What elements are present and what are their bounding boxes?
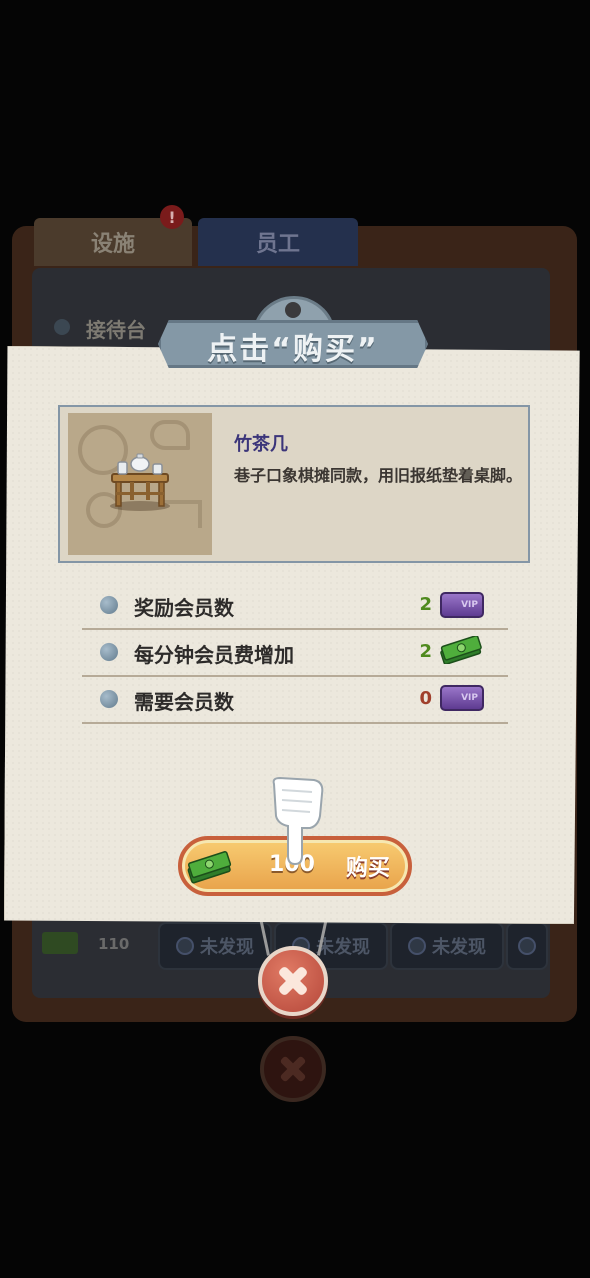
stat-label: 奖励会员数 — [134, 596, 234, 620]
locked-slot-label: 未发现 — [316, 937, 370, 958]
item-name: 竹茶几 — [234, 434, 288, 455]
stat-label: 需要会员数 — [134, 690, 234, 714]
stat-value: 2 — [419, 594, 432, 615]
item-description: 巷子口象棋摊同款，用旧报纸垫着桌脚。 — [234, 466, 523, 485]
cash-icon — [187, 851, 232, 884]
locked-slot — [506, 922, 548, 970]
background-close-icon — [260, 1036, 326, 1102]
vip-icon: VIP — [440, 685, 484, 711]
buy-label: 购买 — [346, 856, 391, 881]
stat-value: 2 — [419, 641, 432, 662]
background-money-value: 110 — [98, 935, 130, 953]
bullet-icon — [54, 319, 70, 335]
bullet-icon — [100, 596, 118, 614]
lock-icon — [518, 937, 536, 955]
lock-icon — [176, 937, 194, 955]
dialog-title: 点击“购买” — [207, 332, 379, 367]
hand-pointer-icon — [272, 776, 324, 866]
lock-icon — [408, 937, 426, 955]
vip-icon: VIP — [440, 592, 484, 618]
stat-value: 0 — [419, 688, 432, 709]
locked-slot: 未发现 — [158, 922, 272, 970]
locked-slot-label: 未发现 — [200, 937, 254, 958]
bamboo-tea-table-icon — [110, 453, 170, 511]
bullet-icon — [100, 690, 118, 708]
alert-badge: ! — [160, 205, 184, 229]
bullet-icon — [100, 643, 118, 661]
locked-slot: 未发现 — [390, 922, 504, 970]
locked-slot-label: 未发现 — [432, 937, 486, 958]
cash-icon — [42, 932, 78, 954]
stat-label: 每分钟会员费增加 — [134, 643, 294, 667]
thumbnail-pattern — [150, 420, 190, 450]
tab-staff: 员工 — [198, 218, 358, 266]
cash-icon — [440, 636, 482, 664]
reception-desk-label: 接待台 — [86, 318, 146, 342]
sign-hole — [285, 302, 301, 318]
